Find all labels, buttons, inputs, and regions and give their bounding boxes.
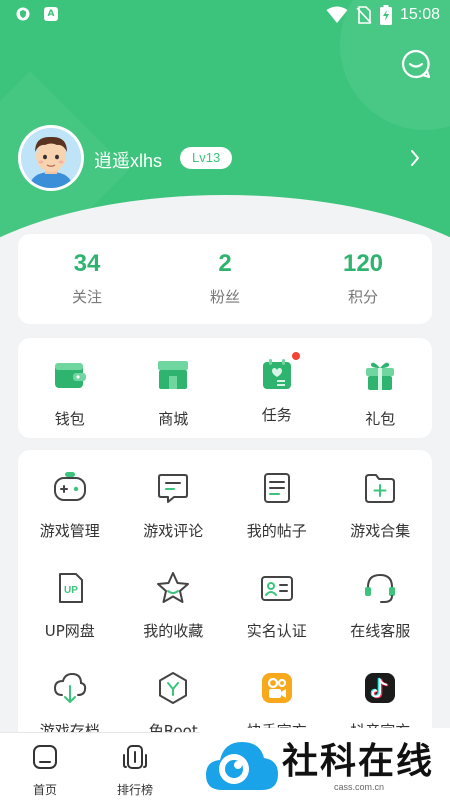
tool-label: UP网盘 <box>44 622 95 640</box>
watermark-text: 社科在线 <box>282 741 435 782</box>
tool-label: 在线客服 <box>350 622 411 640</box>
status-bar: A 15:08 <box>0 0 450 32</box>
level-badge: Lv13 <box>180 147 233 169</box>
tool-my-posts[interactable]: 我的帖子 <box>225 470 329 570</box>
tab-label: 排行榜 <box>116 783 153 797</box>
tool-game-collection[interactable]: 游戏合集 <box>329 470 433 570</box>
comment-icon <box>158 474 189 503</box>
wifi-icon <box>326 6 348 23</box>
stat-points[interactable]: 120 积分 <box>294 234 432 324</box>
status-time: 15:08 <box>399 6 440 23</box>
quick-label: 商城 <box>158 410 189 428</box>
tool-label: 实名认证 <box>246 622 307 640</box>
kuaishou-icon <box>261 673 292 703</box>
id-card-icon <box>260 576 293 601</box>
stats-card: 34 关注 2 粉丝 120 积分 <box>18 234 432 324</box>
tool-favorites[interactable]: 我的收藏 <box>122 570 226 670</box>
tab-ranking[interactable]: 排行榜 <box>90 733 180 800</box>
svg-text:UP: UP <box>64 585 78 596</box>
gamepad-icon <box>53 472 86 501</box>
tool-up-drive[interactable]: UP UP网盘 <box>18 570 122 670</box>
profile-header[interactable]: 逍遥xlhs Lv13 <box>18 125 432 191</box>
stat-value: 34 <box>73 250 101 277</box>
quick-tasks[interactable]: 任务 <box>225 338 329 438</box>
gift-icon <box>366 362 395 390</box>
tool-real-name[interactable]: 实名认证 <box>225 570 329 670</box>
tab-label: 首页 <box>32 783 57 797</box>
ranking-icon <box>123 745 147 769</box>
tool-label: 我的帖子 <box>246 522 307 540</box>
headset-icon <box>365 573 396 603</box>
tool-customer-service[interactable]: 在线客服 <box>329 570 433 670</box>
quick-label: 钱包 <box>54 410 85 428</box>
tool-label: 游戏管理 <box>39 522 100 540</box>
stat-fans[interactable]: 2 粉丝 <box>156 234 294 324</box>
stat-label: 关注 <box>71 288 102 306</box>
tool-label: 游戏合集 <box>350 522 411 540</box>
cloud-logo-icon <box>206 742 278 790</box>
quick-gift[interactable]: 礼包 <box>329 338 433 438</box>
collection-icon <box>365 474 396 503</box>
tools-card: 游戏管理 游戏评论 我的帖子 游戏合集 UP UP网盘 我的收藏 实名认证 在线… <box>18 450 432 750</box>
stat-value: 2 <box>218 250 232 277</box>
watermark-url: cass.com.cn <box>334 782 385 792</box>
hexagon-y-icon <box>159 672 188 704</box>
wallet-icon <box>54 363 86 388</box>
cloud-download-icon <box>53 672 86 703</box>
star-icon <box>157 572 190 603</box>
quick-label: 任务 <box>261 406 292 424</box>
chat-bubble-icon[interactable] <box>400 48 432 80</box>
tab-home[interactable]: 首页 <box>0 733 90 800</box>
quick-wallet[interactable]: 钱包 <box>18 338 122 438</box>
a-icon: A <box>44 7 58 21</box>
up-drive-icon: UP <box>58 573 83 603</box>
stat-following[interactable]: 34 关注 <box>18 234 156 324</box>
chevron-right-icon[interactable] <box>408 147 422 169</box>
home-icon <box>33 745 57 769</box>
shield-icon <box>16 7 30 21</box>
task-icon <box>260 352 300 392</box>
posts-icon <box>263 473 290 503</box>
avatar[interactable] <box>18 125 84 191</box>
tool-label: 游戏评论 <box>143 522 204 540</box>
stat-label: 粉丝 <box>209 288 240 306</box>
cartoon-boy-avatar <box>21 128 81 188</box>
quick-store[interactable]: 商城 <box>122 338 226 438</box>
notification-dot <box>291 352 300 360</box>
douyin-icon <box>365 673 396 703</box>
tool-game-comments[interactable]: 游戏评论 <box>122 470 226 570</box>
tool-label: 我的收藏 <box>143 622 204 640</box>
no-sim-icon <box>356 6 372 24</box>
stat-value: 120 <box>342 250 384 277</box>
quick-actions-card: 钱包 商城 任务 礼包 <box>18 338 432 438</box>
battery-charging-icon <box>379 5 392 25</box>
username[interactable]: 逍遥xlhs <box>94 147 162 173</box>
watermark-logo: 社科在线 cass.com.cn <box>200 728 450 800</box>
quick-label: 礼包 <box>365 410 396 428</box>
tool-game-manage[interactable]: 游戏管理 <box>18 470 122 570</box>
store-icon <box>158 361 189 389</box>
stat-label: 积分 <box>347 288 378 306</box>
